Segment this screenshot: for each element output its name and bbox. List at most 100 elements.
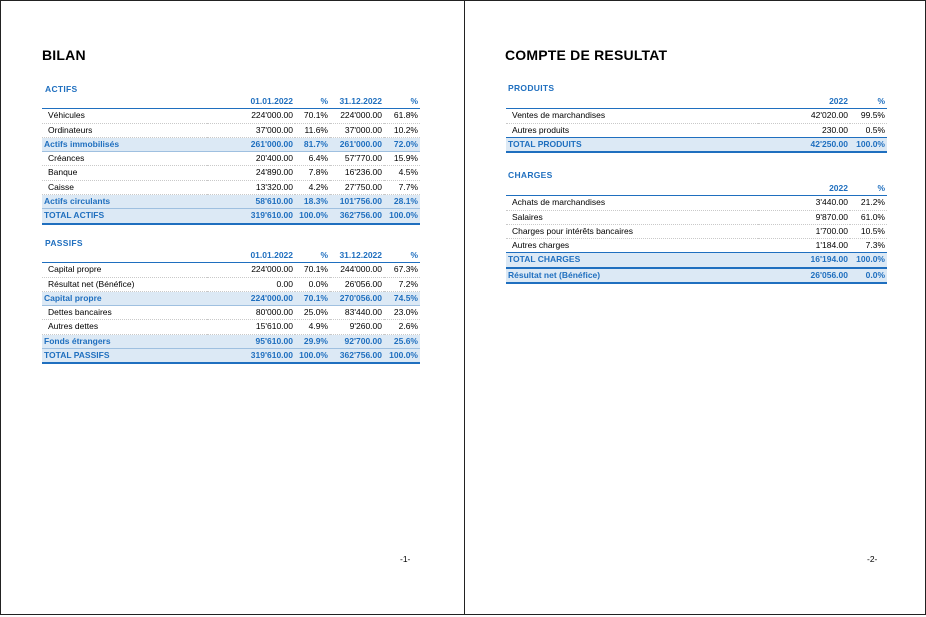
header-cell: % [295,249,330,264]
table-row: Autres charges 1'184.00 7.3% [506,238,887,254]
value-cell: 224'000.00 [207,262,295,278]
percent-cell: 81.7% [295,137,330,153]
row-label: Charges pour intérêts bancaires [506,224,758,240]
percent-cell: 7.7% [384,180,420,196]
header-cell: 31.12.2022 [330,95,384,110]
row-label: Banque [42,165,207,181]
total-row: TOTAL PASSIFS 319'610.00 100.0% 362'756.… [42,348,420,365]
value-cell: 57'770.00 [330,151,384,167]
table-row: Charges pour intérêts bancaires 1'700.00… [506,224,887,240]
value-cell: 20'400.00 [207,151,295,167]
header-cell: 31.12.2022 [330,249,384,264]
percent-cell: 10.5% [850,224,887,240]
table-row: Ventes de marchandises 42'020.00 99.5% [506,108,887,124]
row-label: Capital propre [42,291,207,307]
value-cell: 16'194.00 [758,252,850,269]
row-label: Ordinateurs [42,123,207,138]
row-label: TOTAL PRODUITS [506,136,758,154]
percent-cell: 99.5% [850,108,887,124]
table-header-row: 01.01.2022 % 31.12.2022 % [42,95,420,110]
value-cell: 16'236.00 [330,165,384,181]
table-row: Créances 20'400.00 6.4% 57'770.00 15.9% [42,151,420,167]
header-cell: 01.01.2022 [207,95,295,110]
page-bilan: BILAN ACTIFS 01.01.2022 % 31.12.2022 % V… [0,0,465,615]
total-row: TOTAL PRODUITS 42'250.00 100.0% [506,136,887,154]
percent-cell: 4.9% [295,319,330,335]
table-header-row: 2022 % [506,182,887,197]
percent-cell: 100.0% [295,208,330,225]
value-cell: 58'610.00 [207,194,295,210]
row-label: Actifs immobilisés [42,137,207,153]
table-row: Autres produits 230.00 0.5% [506,123,887,138]
value-cell: 26'056.00 [330,277,384,292]
percent-cell: 25.6% [384,334,420,350]
percent-cell: 7.3% [850,238,887,254]
actifs-table: 01.01.2022 % 31.12.2022 % Véhicules 224'… [42,95,420,225]
value-cell: 244'000.00 [330,262,384,278]
value-cell: 37'000.00 [330,123,384,138]
percent-cell: 0.0% [850,267,887,285]
header-cell [42,95,207,110]
value-cell: 1'184.00 [758,238,850,254]
percent-cell: 67.3% [384,262,420,278]
percent-cell: 4.5% [384,165,420,181]
value-cell: 362'756.00 [330,208,384,225]
value-cell: 24'890.00 [207,165,295,181]
row-label: Achats de marchandises [506,195,758,211]
row-label: Caisse [42,180,207,196]
value-cell: 80'000.00 [207,305,295,321]
row-label: TOTAL CHARGES [506,252,758,269]
percent-cell: 23.0% [384,305,420,321]
row-label: Résultat net (Bénéfice) [506,267,758,285]
page-title: BILAN [42,47,86,63]
row-label: TOTAL PASSIFS [42,348,207,365]
row-label: Autres produits [506,123,758,138]
value-cell: 101'756.00 [330,194,384,210]
percent-cell: 100.0% [295,348,330,365]
page-number: -2- [867,554,878,564]
header-cell [42,249,207,264]
percent-cell: 61.0% [850,210,887,225]
percent-cell: 11.6% [295,123,330,138]
percent-cell: 100.0% [850,252,887,269]
percent-cell: 28.1% [384,194,420,210]
percent-cell: 70.1% [295,262,330,278]
percent-cell: 100.0% [384,208,420,225]
row-label: Résultat net (Bénéfice) [42,277,207,292]
value-cell: 319'610.00 [207,208,295,225]
table-row: Achats de marchandises 3'440.00 21.2% [506,195,887,211]
value-cell: 9'260.00 [330,319,384,335]
row-label: Autres charges [506,238,758,254]
percent-cell: 25.0% [295,305,330,321]
table-row: Ordinateurs 37'000.00 11.6% 37'000.00 10… [42,123,420,138]
header-cell [506,182,758,197]
header-cell: % [850,182,887,197]
value-cell: 1'700.00 [758,224,850,240]
section-passifs: PASSIFS [45,238,83,248]
percent-cell: 15.9% [384,151,420,167]
row-label: TOTAL ACTIFS [42,208,207,225]
row-label: Dettes bancaires [42,305,207,321]
row-label: Véhicules [42,108,207,124]
row-label: Actifs circulants [42,194,207,210]
percent-cell: 70.1% [295,291,330,307]
section-charges: CHARGES [508,170,553,180]
row-label: Créances [42,151,207,167]
produits-table: 2022 % Ventes de marchandises 42'020.00 … [506,95,887,154]
header-cell: % [384,95,420,110]
value-cell: 224'000.00 [207,291,295,307]
value-cell: 224'000.00 [207,108,295,124]
subtotal-row: Actifs circulants 58'610.00 18.3% 101'75… [42,194,420,210]
page-compte-de-resultat: COMPTE DE RESULTAT PRODUITS 2022 % Vente… [464,0,926,615]
row-label: Ventes de marchandises [506,108,758,124]
total-row: TOTAL ACTIFS 319'610.00 100.0% 362'756.0… [42,208,420,225]
table-row: Autres dettes 15'610.00 4.9% 9'260.00 2.… [42,319,420,335]
value-cell: 15'610.00 [207,319,295,335]
value-cell: 42'020.00 [758,108,850,124]
subtotal-row: Fonds étrangers 95'610.00 29.9% 92'700.0… [42,334,420,350]
value-cell: 230.00 [758,123,850,138]
table-header-row: 2022 % [506,95,887,110]
value-cell: 9'870.00 [758,210,850,225]
value-cell: 319'610.00 [207,348,295,365]
value-cell: 26'056.00 [758,267,850,285]
